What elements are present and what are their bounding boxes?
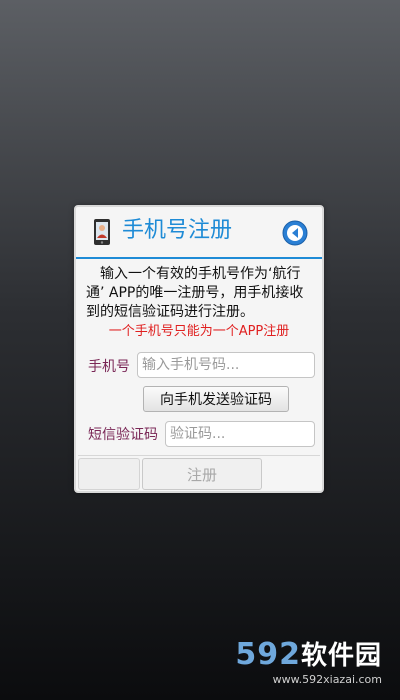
sms-code-input[interactable] (165, 421, 315, 447)
watermark-url: www.592xiazai.com (272, 673, 382, 686)
register-dialog: 手机号注册 输入一个有效的手机号作为‘航行通’ APP的唯一注册号，用手机接收到… (74, 205, 324, 493)
dialog-title-bar: 手机号注册 (76, 207, 322, 257)
dialog-button-bar: 注册 (78, 455, 320, 492)
title-divider (76, 257, 322, 259)
back-arrow-icon[interactable] (282, 220, 308, 246)
watermark-logo-num: 592 (235, 637, 301, 672)
watermark-logo: 592软件园 (212, 638, 382, 673)
phone-input[interactable] (137, 352, 315, 378)
watermark-logo-cn: 软件园 (300, 641, 382, 671)
send-code-button[interactable]: 向手机发送验证码 (143, 386, 289, 412)
description-text: 输入一个有效的手机号作为‘航行通’ APP的唯一注册号，用手机接收到的短信验证码… (86, 266, 304, 320)
warning-text: 一个手机号只能为一个APP注册 (108, 324, 290, 339)
phone-label: 手机号 (88, 359, 130, 375)
register-button[interactable]: 注册 (142, 458, 262, 490)
site-watermark: 592软件园 www.592xiazai.com (212, 638, 382, 687)
phone-user-icon (94, 219, 110, 245)
sms-code-label: 短信验证码 (88, 427, 158, 443)
dialog-title: 手机号注册 (122, 218, 233, 243)
button-bar-left-slot (78, 458, 140, 490)
